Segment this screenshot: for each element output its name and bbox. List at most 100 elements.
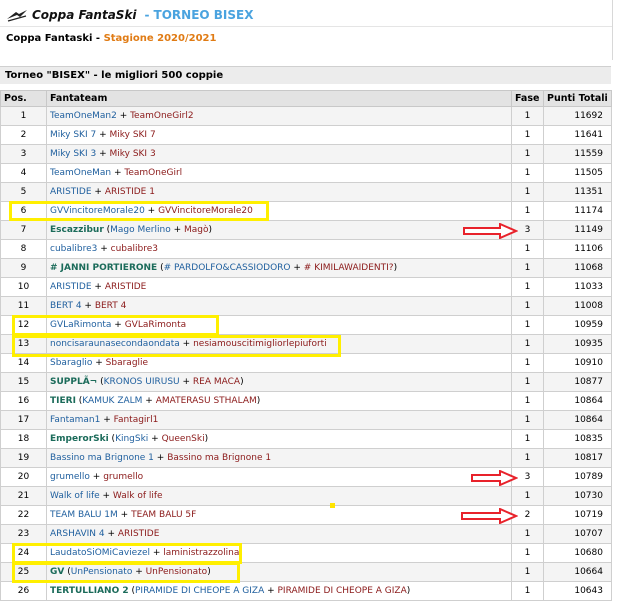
player-b-link[interactable]: AMATERASU STHALAM	[156, 396, 257, 406]
cell-fase: 1	[511, 410, 544, 430]
plus-separator: +	[99, 491, 113, 501]
breadcrumb-competition[interactable]: Coppa Fantaski	[6, 33, 92, 44]
cell-fase: 1	[511, 372, 544, 392]
player-a-link[interactable]: KAMUK ZALM	[82, 396, 142, 406]
plus-separator: +	[132, 567, 146, 577]
cell-team: BERT 4 + BERT 4	[46, 296, 512, 316]
cell-pos: 12	[0, 315, 47, 335]
player-b-link[interactable]: BERT 4	[95, 301, 127, 311]
player-a-link[interactable]: ARISTIDE	[50, 187, 92, 197]
header-vertical-divider	[612, 0, 613, 60]
player-b-link[interactable]: GVLaRimonta	[125, 320, 186, 330]
player-b-link[interactable]: ARISTIDE 1	[105, 187, 155, 197]
player-b-link[interactable]: grumello	[103, 472, 143, 482]
player-a-link[interactable]: GVVincitoreMorale20	[50, 206, 145, 216]
cell-pos: 17	[0, 410, 47, 430]
player-b-link[interactable]: Miky SKI 3	[109, 149, 155, 159]
player-b-link[interactable]: TEAM BALU 5F	[131, 510, 196, 520]
tournament-name: TORNEO BISEX	[153, 8, 254, 22]
table-row: 25 GV (UnPensionato + UnPensionato) 1 10664	[0, 562, 612, 582]
team-name[interactable]: # JANNI PORTIERONE	[50, 263, 157, 273]
cell-team: ARSHAVIN 4 + ARISTIDE	[46, 524, 512, 544]
plus-separator: +	[170, 225, 184, 235]
cell-team: Walk of life + Walk of life	[46, 486, 512, 506]
player-a-link[interactable]: ARSHAVIN 4	[50, 529, 105, 539]
cell-team: SUPPLÃ¬ (KRONOS UIRUSU + REA MACA)	[46, 372, 512, 392]
table-row: 23 ARSHAVIN 4 + ARISTIDE 1 10707	[0, 524, 612, 544]
player-b-link[interactable]: cubalibre3	[111, 244, 158, 254]
team-name[interactable]: Escazzibur	[50, 225, 104, 235]
plus-separator: +	[96, 130, 110, 140]
cell-fase: 1	[511, 581, 544, 601]
player-b-link[interactable]: nesiamouscitimigliorlepiuforti	[193, 339, 327, 349]
player-b-link[interactable]: GVVincitoreMorale20	[158, 206, 253, 216]
player-a-link[interactable]: Fantaman1	[50, 415, 100, 425]
cell-points: 10877	[543, 372, 612, 392]
table-row: 7 Escazzibur (Mago Merlino + Magò) 3 11149	[0, 220, 612, 240]
player-a-link[interactable]: TeamOneMan	[50, 168, 111, 178]
team-name[interactable]: TERTULLIANO 2	[50, 586, 129, 596]
team-name[interactable]: SUPPLÃ¬	[50, 377, 97, 387]
player-a-link[interactable]: Miky SKI 3	[50, 149, 96, 159]
player-b-link[interactable]: ARISTIDE	[105, 282, 147, 292]
player-a-link[interactable]: PIRAMIDE DI CHEOPE A GIZA	[135, 586, 264, 596]
team-name[interactable]: EmperorSki	[50, 434, 109, 444]
site-logo[interactable]: Coppa FantaSki - TORNEO BISEX	[6, 6, 253, 24]
player-a-link[interactable]: grumello	[50, 472, 90, 482]
player-a-link[interactable]: Sbaraglio	[50, 358, 92, 368]
cell-team: Fantaman1 + Fantagirl1	[46, 410, 512, 430]
player-a-link[interactable]: KingSki	[115, 434, 148, 444]
player-a-link[interactable]: Bassino ma Brignone 1	[50, 453, 154, 463]
table-row: 19 Bassino ma Brignone 1 + Bassino ma Bri…	[0, 448, 612, 468]
player-b-link[interactable]: TeamOneGirl	[124, 168, 182, 178]
plus-separator: +	[100, 415, 114, 425]
player-b-link[interactable]: Walk of life	[113, 491, 163, 501]
team-name[interactable]: GV	[50, 567, 64, 577]
team-name[interactable]: TIERI	[50, 396, 76, 406]
cell-points: 10730	[543, 486, 612, 506]
player-a-link[interactable]: ARISTIDE	[50, 282, 92, 292]
cell-team: TeamOneMan + TeamOneGirl	[46, 163, 512, 183]
ranking-table: Pos. Fantateam Fase Punti Totali 1 TeamOn…	[0, 90, 612, 601]
paren-close: )	[204, 434, 209, 444]
table-row: 5 ARISTIDE + ARISTIDE 1 1 11351	[0, 182, 612, 202]
cell-points: 10910	[543, 353, 612, 373]
player-a-link[interactable]: LaudatoSiOMiCaviezel	[50, 548, 150, 558]
player-a-link[interactable]: GVLaRimonta	[50, 320, 111, 330]
player-b-link[interactable]: Sbaraglie	[106, 358, 148, 368]
cell-fase: 1	[511, 315, 544, 335]
player-b-link[interactable]: REA MACA	[193, 377, 240, 387]
player-a-link[interactable]: UnPensionato	[71, 567, 133, 577]
player-b-link[interactable]: Fantagirl1	[114, 415, 159, 425]
player-b-link[interactable]: QueenSki	[162, 434, 205, 444]
player-a-link[interactable]: cubalibre3	[50, 244, 97, 254]
cell-pos: 21	[0, 486, 47, 506]
cell-fase: 3	[511, 467, 544, 487]
player-b-link[interactable]: laministrazzolina	[163, 548, 239, 558]
player-a-link[interactable]: Miky SKI 7	[50, 130, 96, 140]
player-a-link[interactable]: noncisaraunasecondaondata	[50, 339, 180, 349]
plus-separator: +	[104, 529, 118, 539]
player-b-link[interactable]: ARISTIDE	[118, 529, 160, 539]
player-b-link[interactable]: Bassino ma Brignone 1	[167, 453, 271, 463]
player-b-link[interactable]: Miky SKI 7	[109, 130, 155, 140]
player-b-link[interactable]: # KIMILAWAIDENTI?	[304, 263, 394, 273]
cell-points: 10817	[543, 448, 612, 468]
player-b-link[interactable]: TeamOneGirl2	[130, 111, 194, 121]
plus-separator: +	[116, 111, 131, 121]
player-a-link[interactable]: TEAM BALU 1M	[50, 510, 118, 520]
player-a-link[interactable]: KRONOS UIRUSU	[104, 377, 180, 387]
player-b-link[interactable]: UnPensionato	[146, 567, 208, 577]
player-a-link[interactable]: Walk of life	[50, 491, 100, 501]
player-b-link[interactable]: Magò	[184, 225, 209, 235]
breadcrumb: Coppa Fantaski - Stagione 2020/2021	[6, 33, 216, 44]
player-a-link[interactable]: TeamOneMan2	[50, 111, 117, 121]
cell-points: 11174	[543, 201, 612, 221]
cell-team: TERTULLIANO 2 (PIRAMIDE DI CHEOPE A GIZA…	[46, 581, 512, 601]
cell-pos: 15	[0, 372, 47, 392]
plus-separator: +	[89, 472, 104, 482]
player-a-link[interactable]: Mago Merlino	[110, 225, 171, 235]
player-a-link[interactable]: # PARDOLFO&CASSIODORO	[164, 263, 291, 273]
player-b-link[interactable]: PIRAMIDE DI CHEOPE A GIZA	[278, 586, 407, 596]
player-a-link[interactable]: BERT 4	[50, 301, 82, 311]
